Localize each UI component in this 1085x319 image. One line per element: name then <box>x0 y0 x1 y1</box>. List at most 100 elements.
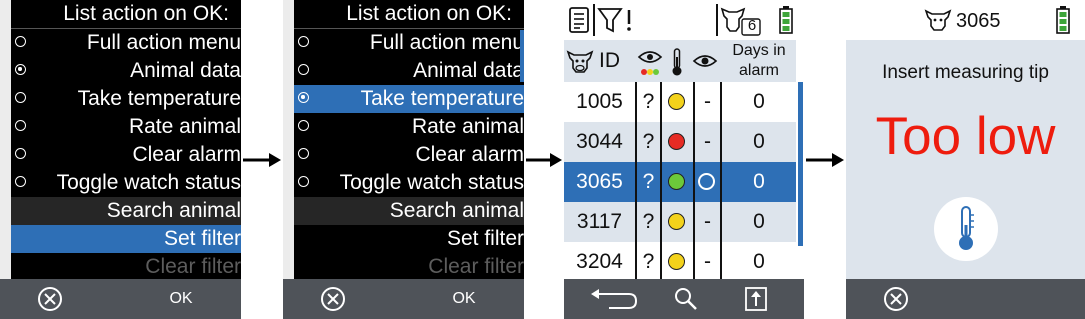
unknown-status-cell: ? <box>642 170 655 193</box>
menu-item[interactable]: Take temperature <box>11 85 241 113</box>
status-dot <box>668 133 685 150</box>
column-divider <box>693 82 695 279</box>
animal-id-cell: 1005 <box>576 90 623 113</box>
menu-item-label: Animal data <box>413 59 524 82</box>
menu-title: List action on OK: <box>294 0 524 28</box>
cancel-circle-icon <box>321 287 345 311</box>
radio-unchecked-icon[interactable] <box>298 176 309 187</box>
eye-watch-icon[interactable] <box>692 51 718 71</box>
cancel-circle-icon <box>884 287 908 311</box>
softkey-bar <box>564 279 804 319</box>
radio-checked-icon[interactable] <box>15 64 26 75</box>
menu-item-label: Rate animal <box>411 115 524 138</box>
content-panel: Insert measuring tip Too low <box>846 40 1085 279</box>
header-id[interactable]: ID <box>599 40 620 82</box>
table-row[interactable]: 3204? - 0 <box>564 242 796 282</box>
watch-cell: - <box>704 90 711 113</box>
back-button[interactable] <box>586 279 642 319</box>
menu-item-label: Animal data <box>130 59 241 82</box>
status-message: Too low <box>875 107 1056 166</box>
menu-item[interactable]: Toggle watch status <box>294 169 524 197</box>
radio-checked-icon[interactable] <box>298 92 309 103</box>
menu-item[interactable]: Animal data <box>11 57 241 85</box>
menu-item[interactable]: Full action menu <box>294 29 524 57</box>
menu-item-label: Search animal <box>106 199 241 222</box>
menu-title-text: List action on OK: <box>63 2 229 25</box>
radio-unchecked-icon[interactable] <box>15 36 26 47</box>
menu-item[interactable]: Clear filter <box>11 253 241 281</box>
softkey-bar: OK <box>283 279 524 319</box>
menu-item[interactable]: Clear alarm <box>11 141 241 169</box>
menu-item[interactable]: Rate animal <box>294 113 524 141</box>
ok-button[interactable]: OK <box>433 279 495 319</box>
watch-cell: - <box>704 210 711 233</box>
days-in-alarm-cell: 0 <box>753 130 765 153</box>
menu-item[interactable]: Set filter <box>11 225 241 253</box>
screen-list-action-2: List action on OK: Full action menu Anima… <box>283 0 524 319</box>
battery-icon <box>1056 6 1070 34</box>
menu-item-label: Take temperature <box>360 87 524 110</box>
scrollbar[interactable] <box>520 30 524 82</box>
watch-cell: - <box>704 130 711 153</box>
menu-item[interactable]: Toggle watch status <box>11 169 241 197</box>
table-row[interactable]: 3044? - 0 <box>564 122 796 162</box>
background-strip <box>0 0 11 279</box>
thermometer-icon[interactable] <box>670 47 684 77</box>
status-bar: 6 <box>564 0 804 40</box>
arrow-right-icon <box>526 153 562 167</box>
export-icon <box>745 287 767 311</box>
ok-label: OK <box>169 290 193 307</box>
radio-unchecked-icon[interactable] <box>298 120 309 131</box>
eye-status-icon[interactable] <box>637 47 663 77</box>
back-arrow-icon <box>591 289 638 309</box>
table-row[interactable]: 3065? 0 <box>564 162 796 202</box>
header-days-line1[interactable]: Days in <box>722 41 796 60</box>
menu-item[interactable]: Search animal <box>11 197 241 225</box>
arrow-right-icon <box>243 153 281 167</box>
list-settings-icon[interactable] <box>568 6 592 34</box>
menu-item-label: Clear filter <box>145 255 241 278</box>
radio-unchecked-icon[interactable] <box>298 64 309 75</box>
animal-id-cell: 3117 <box>576 210 623 233</box>
radio-unchecked-icon[interactable] <box>298 36 309 47</box>
radio-unchecked-icon[interactable] <box>15 148 26 159</box>
scrollbar[interactable] <box>798 82 803 246</box>
menu-item[interactable]: Set filter <box>294 225 524 253</box>
menu-item[interactable]: Animal data <box>294 57 524 85</box>
watch-circle-icon <box>698 173 715 190</box>
menu-item[interactable]: Full action menu <box>11 29 241 57</box>
cancel-circle-icon <box>38 287 62 311</box>
menu-item-label: Rate animal <box>128 115 241 138</box>
screen-animal-list: 6 ID Days in alarm 1005 ? - 0 3044 ? - 0… <box>564 0 804 319</box>
unknown-status-cell: ? <box>642 210 655 233</box>
softkey-bar <box>846 279 1085 319</box>
menu-item[interactable]: Clear filter <box>294 253 524 281</box>
table-row[interactable]: 3117? - 0 <box>564 202 796 242</box>
radio-unchecked-icon[interactable] <box>15 176 26 187</box>
unknown-status-cell: ? <box>642 90 655 113</box>
animal-id-cell: 3044 <box>576 130 623 153</box>
radio-unchecked-icon[interactable] <box>15 120 26 131</box>
radio-unchecked-icon[interactable] <box>15 92 26 103</box>
menu-item[interactable]: Rate animal <box>11 113 241 141</box>
header-days-line2[interactable]: alarm <box>722 61 796 80</box>
cancel-button[interactable] <box>311 279 355 319</box>
filter-alert-icon[interactable] <box>596 6 636 34</box>
radio-unchecked-icon[interactable] <box>298 148 309 159</box>
ok-button[interactable]: OK <box>150 279 212 319</box>
cancel-button[interactable] <box>28 279 72 319</box>
divider <box>593 4 595 36</box>
menu-item-label: Toggle watch status <box>339 171 524 194</box>
table-row[interactable]: 1005? - 0 <box>564 82 796 122</box>
animal-count-badge: 6 <box>747 17 757 34</box>
column-divider <box>720 82 722 279</box>
status-bar: 3065 <box>846 0 1085 40</box>
export-button[interactable] <box>736 279 776 319</box>
menu-item[interactable]: Take temperature <box>294 85 524 113</box>
search-button[interactable] <box>666 279 706 319</box>
cancel-button[interactable] <box>876 279 916 319</box>
menu-item-label: Take temperature <box>77 87 241 110</box>
menu-item[interactable]: Search animal <box>294 197 524 225</box>
menu-title-text: List action on OK: <box>346 2 512 25</box>
menu-item[interactable]: Clear alarm <box>294 141 524 169</box>
